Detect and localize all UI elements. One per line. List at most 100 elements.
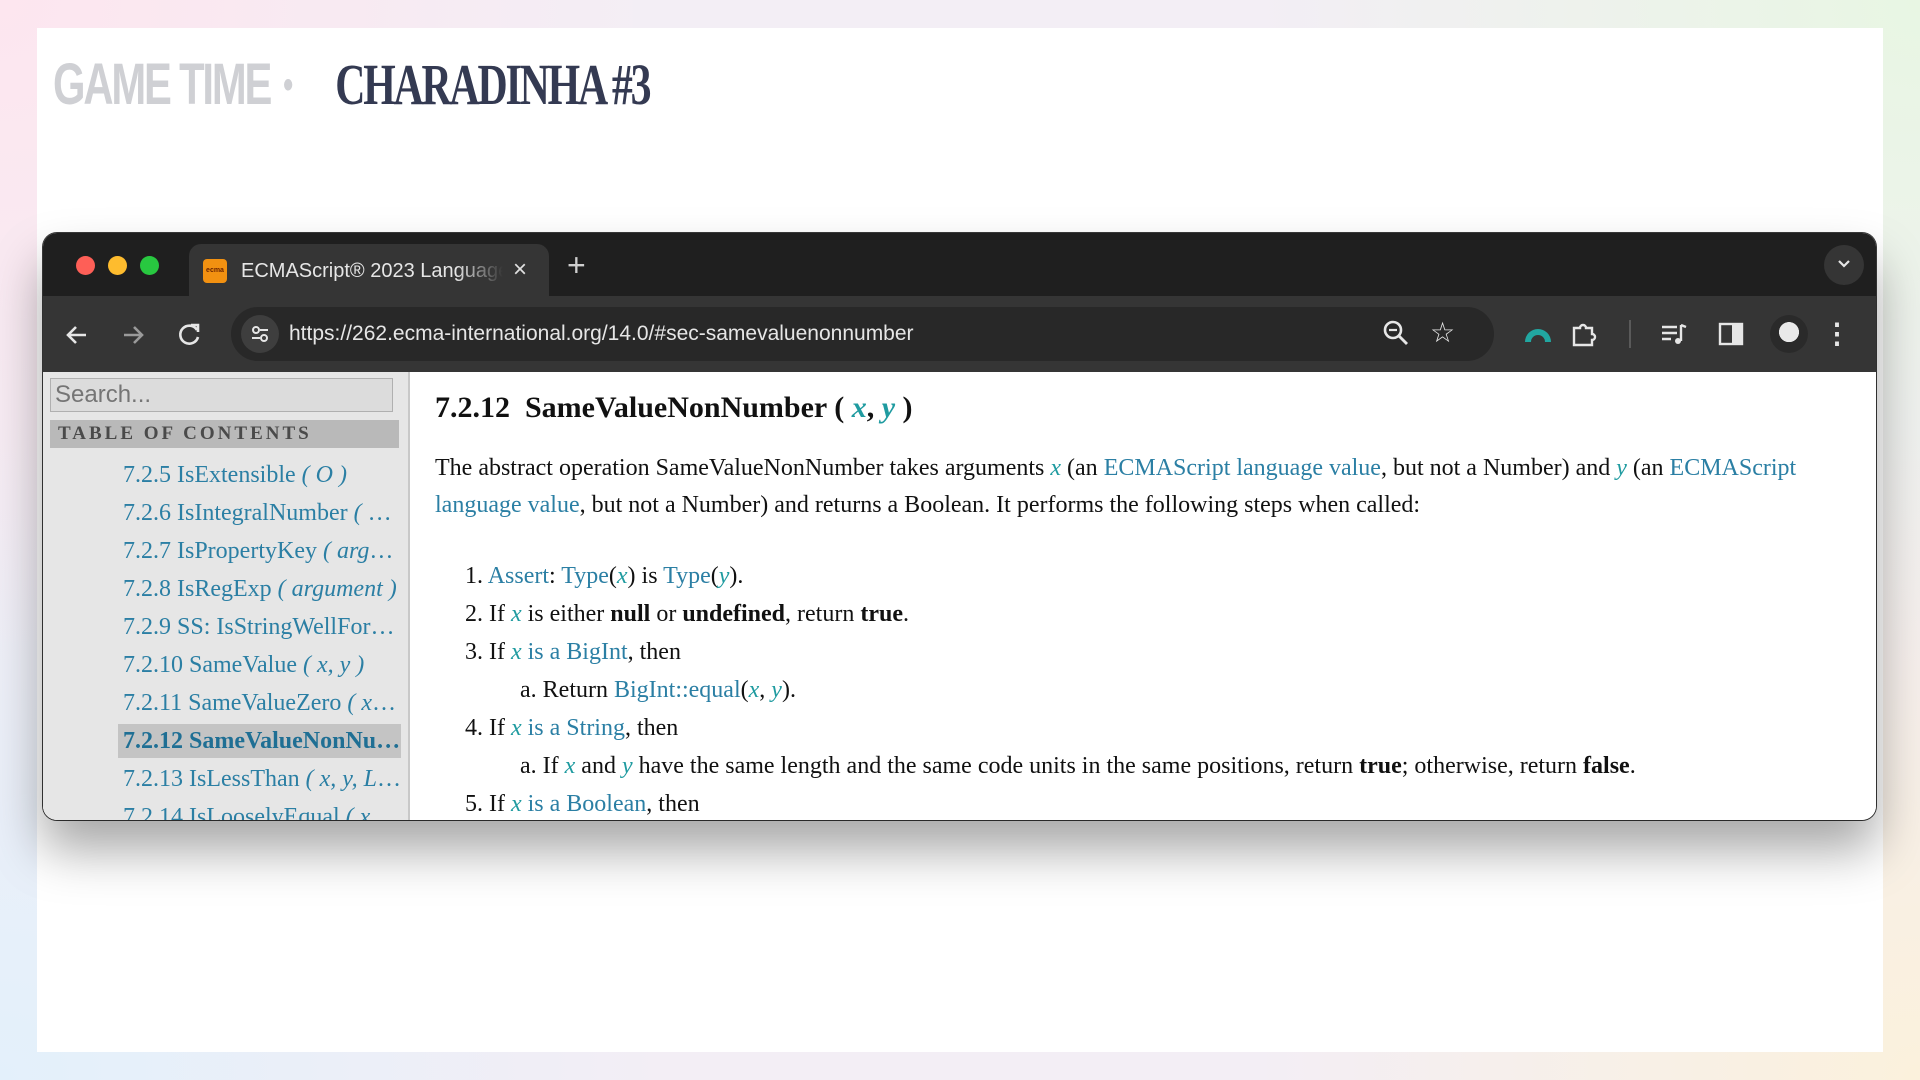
step-text: If [489,715,511,741]
bigint-equal-link[interactable]: BigInt::equal [614,677,741,703]
minimize-window-button[interactable] [108,256,127,275]
type-link[interactable]: Type [663,563,711,589]
intro-text: , but not a Number) and [1380,455,1617,481]
step-text: If [489,601,511,627]
section-title: SameValueNonNumber [525,391,827,424]
address-bar[interactable]: https://262.ecma-international.org/14.0/… [231,307,1494,361]
var-y[interactable]: y [771,677,782,703]
maximize-window-button[interactable] [140,256,159,275]
intro-text: , but not a Number) and returns a Boolea… [579,492,1421,518]
step-4: 4. If x is a String, then [465,709,678,747]
kebab-menu-icon[interactable]: ⋮ [1819,316,1855,352]
page-content: TABLE OF CONTENTS 7.2.5 IsExtensible ( O… [43,372,1876,820]
step-text: ; otherwise, return [1401,753,1584,779]
search-input[interactable] [50,378,393,412]
step-text: : [549,563,562,589]
toc-item[interactable]: 7.2.13 IsLessThan ( x, y, LeftFirst ) [118,762,401,796]
toc-item-args: ( argument ) [353,500,401,526]
toc-item[interactable]: 7.2.12 SameValueNonNumber ( x, y ) [118,724,401,758]
is-a-string-link[interactable]: is a String [522,715,625,741]
toc-item[interactable]: 7.2.9 SS: IsStringWellFormedUnicode [118,610,401,644]
spec-main: 7.2.12 SameValueNonNumber ( x, y ) The a… [435,372,1855,820]
toc-item-args: ( argument ) [277,576,397,602]
toc-item[interactable]: 7.2.14 IsLooselyEqual ( x, y ) [118,800,401,820]
var-x[interactable]: x [511,601,522,627]
step-text: , [759,677,772,703]
undefined-keyword: undefined [682,601,786,627]
zoom-icon[interactable] [1380,317,1412,349]
tab-close-icon[interactable]: × [513,254,527,286]
paren-open: ( [834,391,845,424]
tab-active[interactable]: ecma ECMAScript® 2023 Language Specifica… [189,244,549,296]
side-panel-icon[interactable] [1713,316,1749,352]
var-x[interactable]: x [1050,455,1061,481]
browser-window: ecma ECMAScript® 2023 Language Specifica… [43,233,1876,820]
step-number: 5. [465,791,483,817]
toc-item[interactable]: 7.2.6 IsIntegralNumber ( argument ) [118,496,401,530]
media-queue-icon[interactable] [1656,316,1692,352]
extension-cloud-icon[interactable] [1520,316,1556,352]
is-a-boolean-link[interactable]: is a Boolean [522,791,647,817]
toc-item[interactable]: 7.2.8 IsRegExp ( argument ) [118,572,401,606]
paren-close: ) [902,391,913,424]
tab-list-chevron-down-icon[interactable] [1824,245,1864,285]
step-3: 3. If x is a BigInt, then [465,633,681,671]
var-x[interactable]: x [511,639,522,665]
step-text: . [1629,753,1636,779]
step-text: or [650,601,683,627]
var-x[interactable]: x [617,563,628,589]
toc-item-number: 7.2.13 [123,766,183,792]
step-text: ). [781,677,796,703]
is-a-bigint-link[interactable]: is a BigInt [522,639,628,665]
var-x[interactable]: x [511,791,522,817]
ecma-favicon-icon: ecma [203,259,227,283]
var-x[interactable]: x [565,753,576,779]
toc-item[interactable]: 7.2.5 IsExtensible ( O ) [118,458,401,492]
false-keyword: false [1583,753,1630,779]
toc-item-title: SameValue [189,652,297,678]
reload-icon[interactable] [169,314,209,354]
var-y[interactable]: y [1616,455,1627,481]
toc-item-number: 7.2.12 [123,728,183,754]
step-2: 2. If x is either null or undefined, ret… [465,595,909,633]
close-window-button[interactable] [76,256,95,275]
toc-item-number: 7.2.8 [123,576,171,602]
browser-toolbar: https://262.ecma-international.org/14.0/… [43,296,1876,372]
toc-item-args: ( x, y ) [302,652,365,678]
toolbar-divider [1629,320,1631,348]
tab-bar: ecma ECMAScript® 2023 Language Specifica… [43,233,1876,296]
toc-item-title: IsLessThan [189,766,300,792]
forward-arrow-icon[interactable] [113,314,153,354]
back-arrow-icon[interactable] [57,314,97,354]
step-number: 1. [465,563,483,589]
step-text: . [902,601,909,627]
toc-item-args: ( x, y, LeftFirst ) [305,766,401,792]
toc-item[interactable]: 7.2.10 SameValue ( x, y ) [118,648,401,682]
url-text[interactable]: https://262.ecma-international.org/14.0/… [289,321,914,347]
param-comma: , [866,391,875,424]
var-x[interactable]: x [749,677,760,703]
var-y[interactable]: y [719,563,730,589]
intro-paragraph: The abstract operation SameValueNonNumbe… [435,450,1830,524]
extensions-puzzle-icon[interactable] [1566,316,1602,352]
step-3a: a. Return BigInt::equal(x, y). [520,677,796,703]
true-keyword: true [860,601,903,627]
intro-text: (an [1626,455,1670,481]
profile-avatar[interactable] [1770,315,1808,353]
new-tab-icon[interactable]: + [567,245,586,285]
toc-item[interactable]: 7.2.11 SameValueZero ( x, y ) [118,686,401,720]
step-number: a. [520,753,537,779]
step-text: ). [729,563,744,589]
toc-item[interactable]: 7.2.7 IsPropertyKey ( argument ) [118,534,401,568]
ecmascript-language-value-link[interactable]: ECMAScript language value [1104,455,1381,481]
type-link[interactable]: Type [561,563,609,589]
toc-item-number: 7.2.5 [123,462,171,488]
step-5: 5. If x is a Boolean, then [465,785,700,820]
assert-link[interactable]: Assert [488,563,549,589]
bookmark-star-icon[interactable]: ☆ [1430,315,1455,351]
step-text: , then [624,715,679,741]
var-x[interactable]: x [511,715,522,741]
var-y[interactable]: y [622,753,633,779]
toc-item-title: IsLooselyEqual [189,804,340,820]
site-info-icon[interactable] [241,315,279,353]
